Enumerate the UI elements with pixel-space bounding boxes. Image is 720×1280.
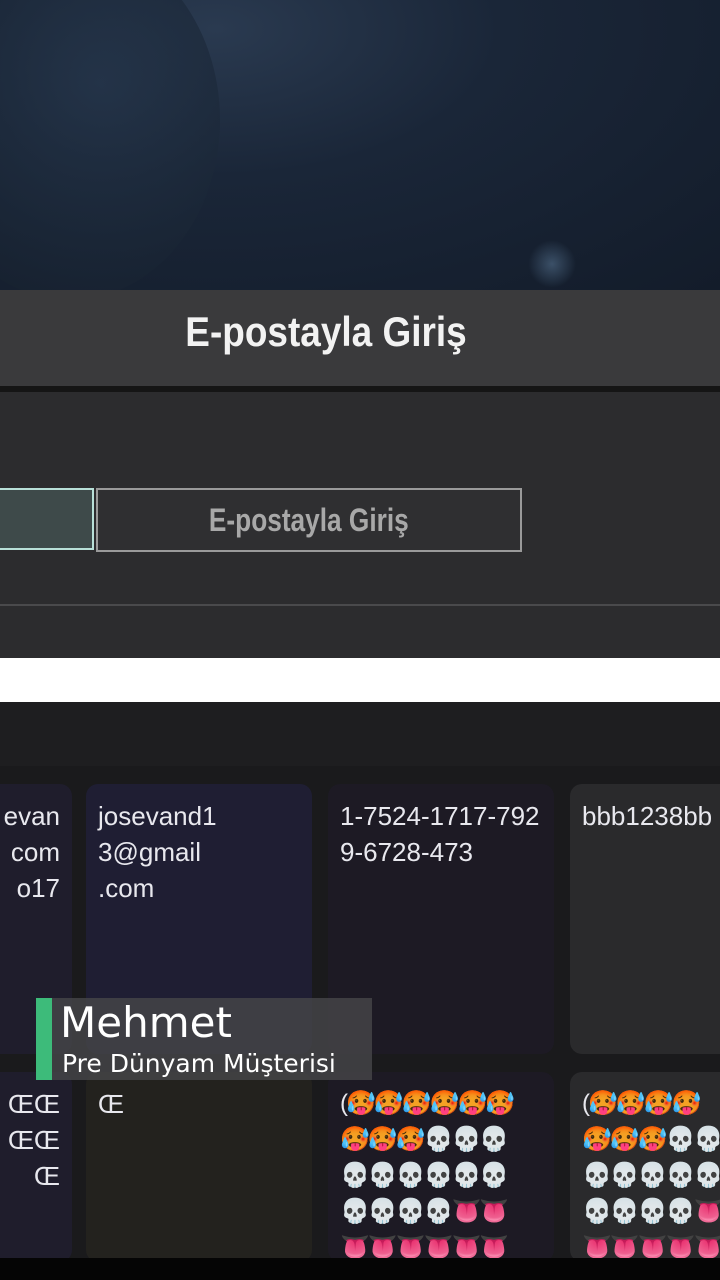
caption-accent-bar [36,998,52,1080]
clipboard-item[interactable]: (🥵🥵🥵🥵🥵🥵 🥵🥵🥵💀💀💀 💀💀💀💀💀💀 💀💀💀💀👅👅 👅👅👅👅👅👅 [328,1072,554,1262]
keyboard-toolbar [0,702,720,766]
clipboard-item[interactable]: bbb1238bb [570,784,720,1054]
text-input-bar[interactable] [0,658,720,702]
caption-role: Pre Dünyam Müşterisi [62,1049,336,1078]
panel-divider [0,604,720,606]
clipboard-item[interactable]: (🥵🥵🥵🥵 🥵🥵🥵💀💀 💀💀💀💀💀 💀💀💀💀👅 👅👅👅👅👅 [570,1072,720,1262]
clipboard-item[interactable]: Œ [86,1072,312,1262]
glow-dot [528,240,576,288]
planet-graphic [0,0,220,290]
clipboard-item[interactable]: ŒŒ ŒŒ Œ [0,1072,72,1262]
caption-name: Mehmet [60,998,232,1047]
space-background [0,0,720,290]
tab-other-login[interactable] [0,488,94,550]
tab-email-login-label: E-postayla Giriş [209,501,409,538]
dialog-title: E-postayla Giriş [185,308,467,355]
tab-email-login[interactable]: E-postayla Giriş [96,488,522,552]
bottom-bar [0,1258,720,1280]
